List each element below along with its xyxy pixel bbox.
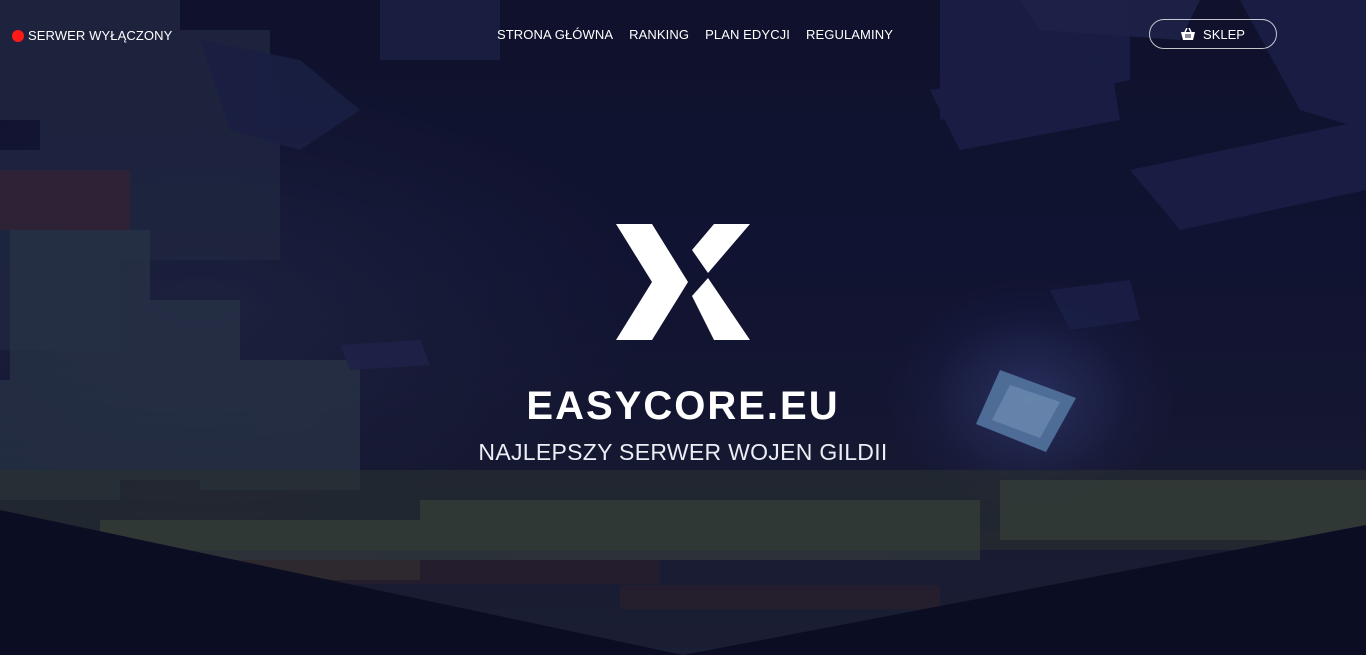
server-status: SERWER WYŁĄCZONY bbox=[12, 28, 172, 43]
shop-button-label: SKLEP bbox=[1203, 26, 1245, 42]
server-status-label: SERWER WYŁĄCZONY bbox=[28, 28, 173, 43]
status-indicator-icon bbox=[12, 29, 24, 42]
nav-item-rules[interactable]: REGULAMINY bbox=[806, 27, 893, 42]
nav-item-edition-plan[interactable]: PLAN EDYCJI bbox=[705, 27, 790, 42]
shop-button[interactable]: SKLEP bbox=[1149, 19, 1277, 49]
nav-item-ranking[interactable]: RANKING bbox=[629, 27, 689, 42]
page-subtitle: NAJLEPSZY SERWER WOJEN GILDII bbox=[478, 439, 888, 465]
main-nav: STRONA GŁÓWNA RANKING PLAN EDYCJI REGULA… bbox=[497, 27, 893, 42]
hero-section: SERWER WYŁĄCZONY STRONA GŁÓWNA RANKING P… bbox=[0, 0, 1366, 655]
page-title: EASYCORE.EU bbox=[526, 384, 840, 428]
basket-icon bbox=[1181, 28, 1196, 40]
nav-item-home[interactable]: STRONA GŁÓWNA bbox=[497, 27, 613, 42]
x-logo-icon bbox=[616, 224, 750, 340]
